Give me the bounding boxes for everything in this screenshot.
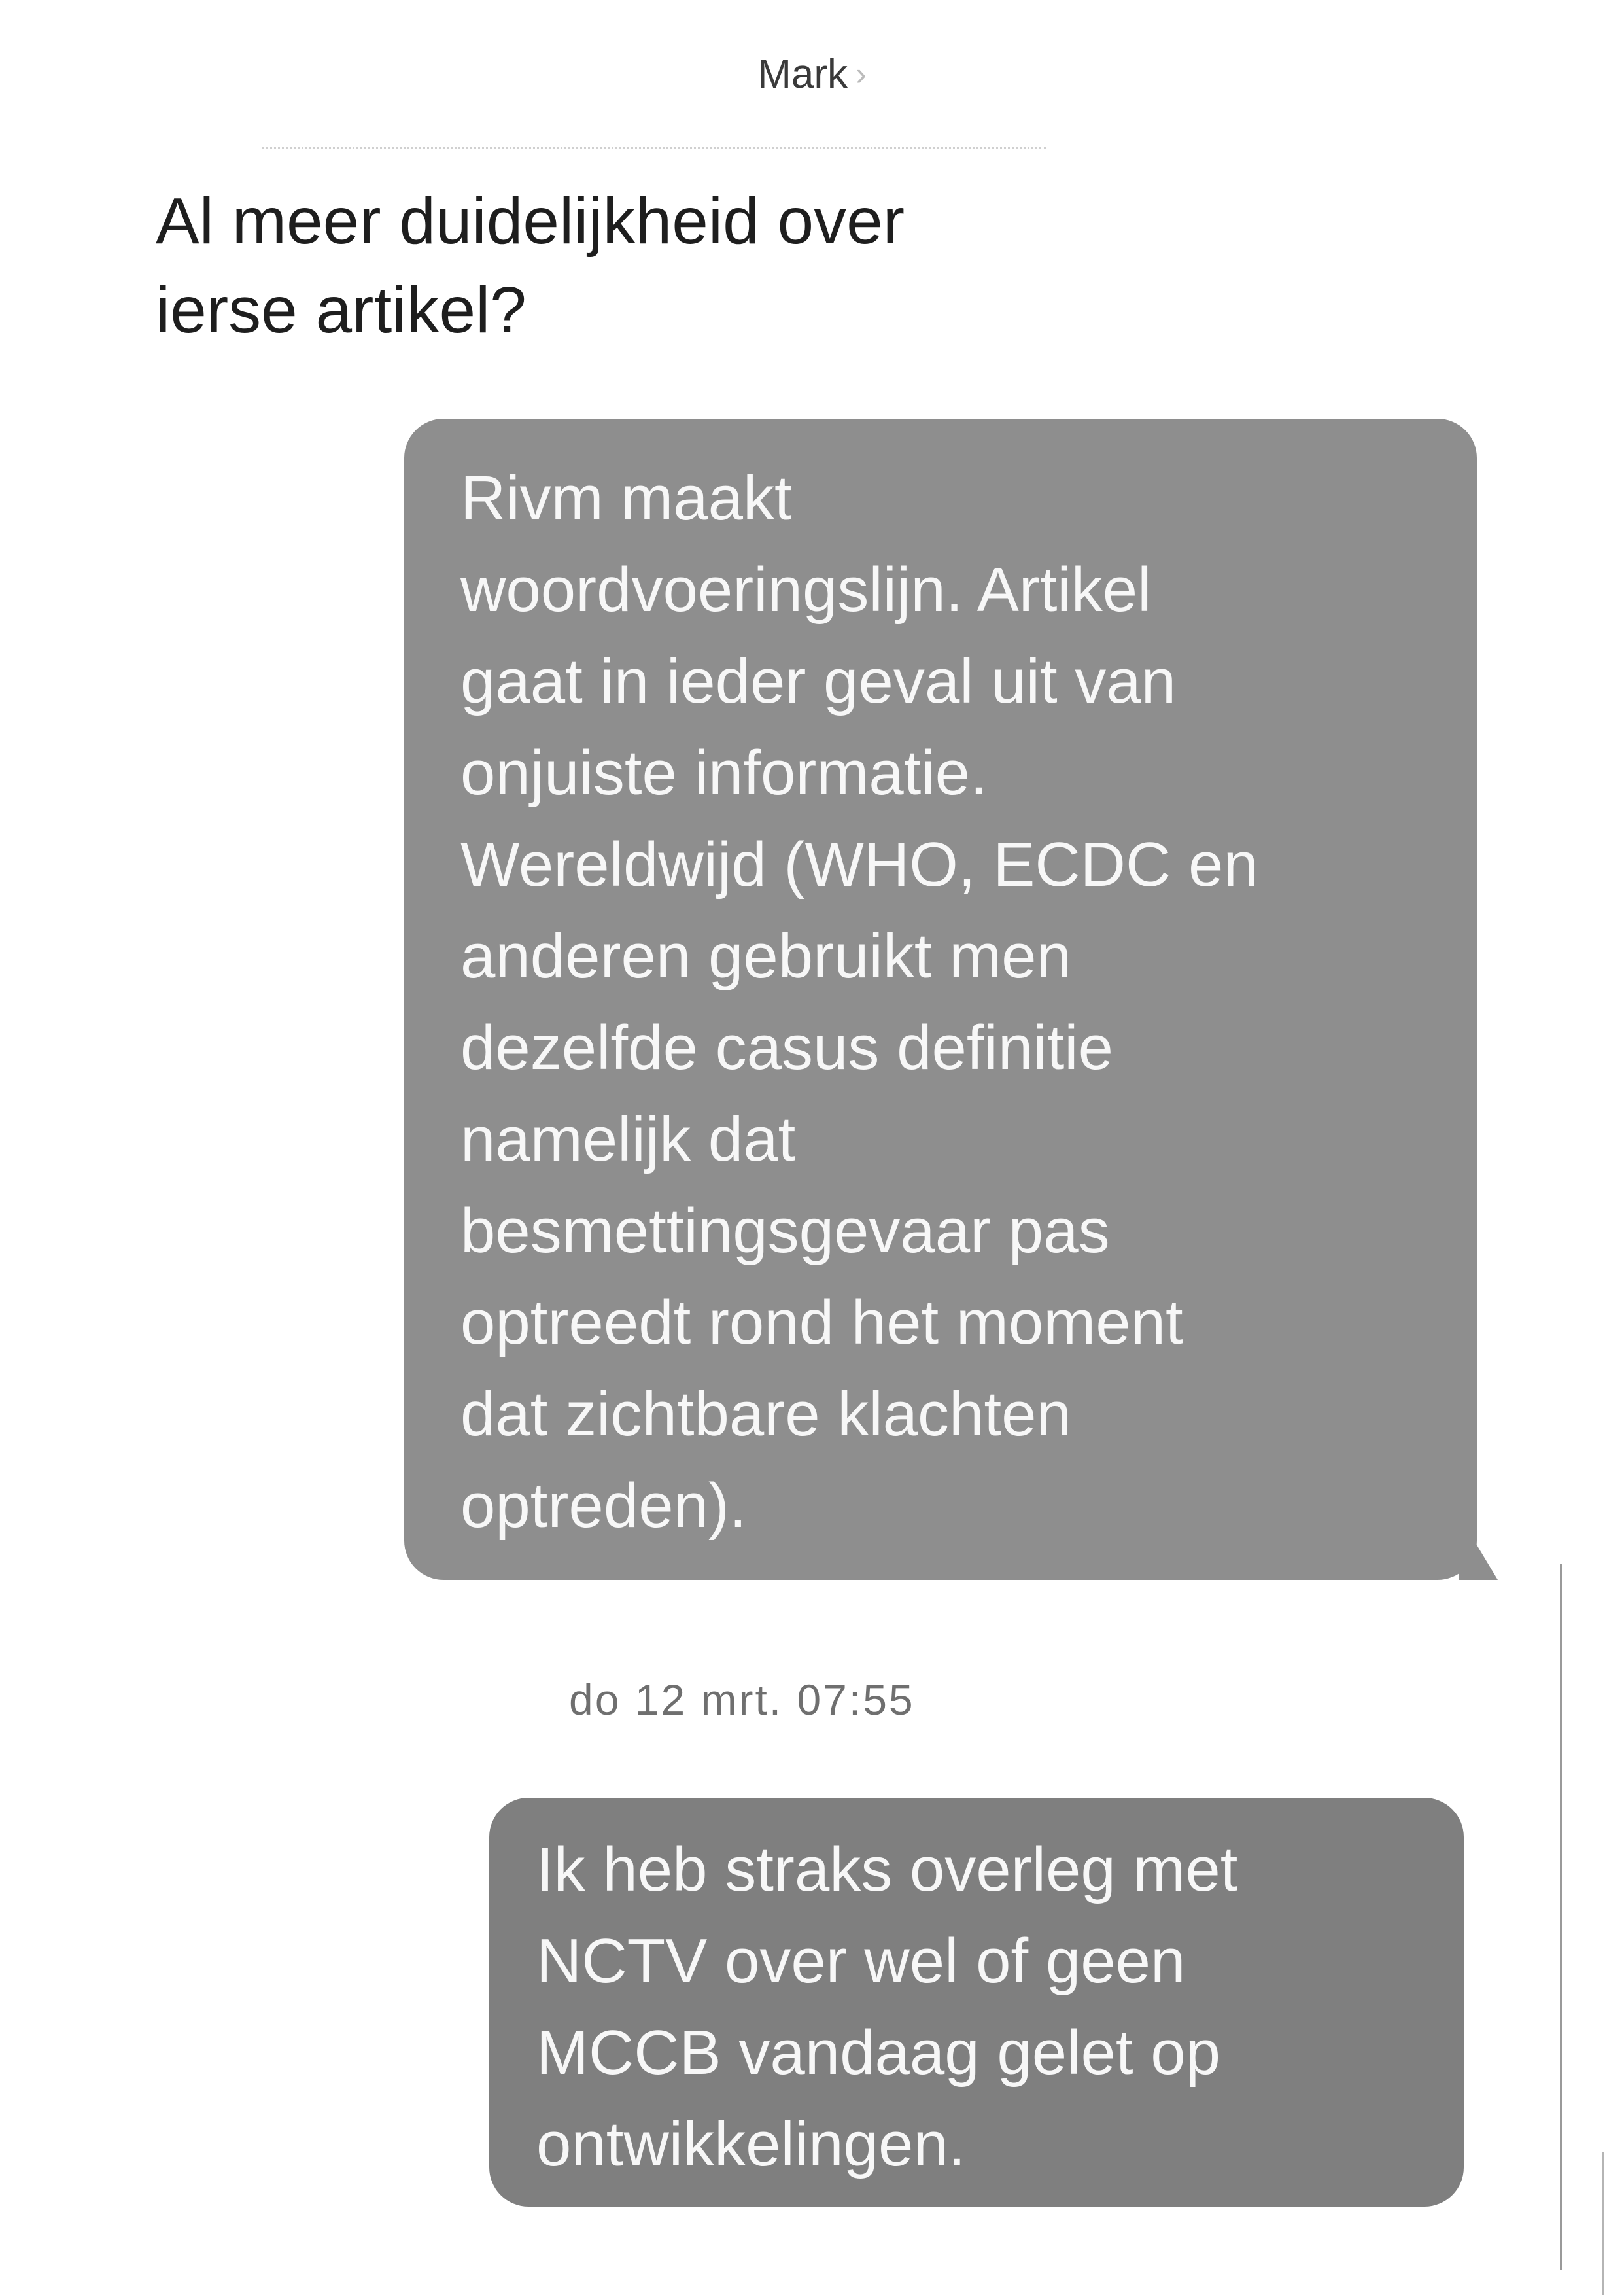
- conversation-header[interactable]: Mark ›: [0, 51, 1624, 97]
- chevron-right-icon: ›: [855, 56, 867, 92]
- scan-artifact-line: [1560, 1564, 1562, 2270]
- bubble-tail: [1459, 1534, 1498, 1580]
- header-divider: [262, 147, 1046, 149]
- incoming-message: Al meer duidelijkheid over ierse artikel…: [156, 184, 905, 347]
- message-timestamp: do 12 mrt. 07:55: [569, 1675, 915, 1724]
- scan-artifact-line: [1602, 2152, 1604, 2295]
- outgoing-message-bubble: Ik heb straks overleg met NCTV over wel …: [489, 1798, 1464, 2207]
- outgoing-message-bubble: Rivm maakt woordvoeringslijn. Artikel ga…: [404, 419, 1477, 1580]
- contact-name[interactable]: Mark: [757, 52, 848, 97]
